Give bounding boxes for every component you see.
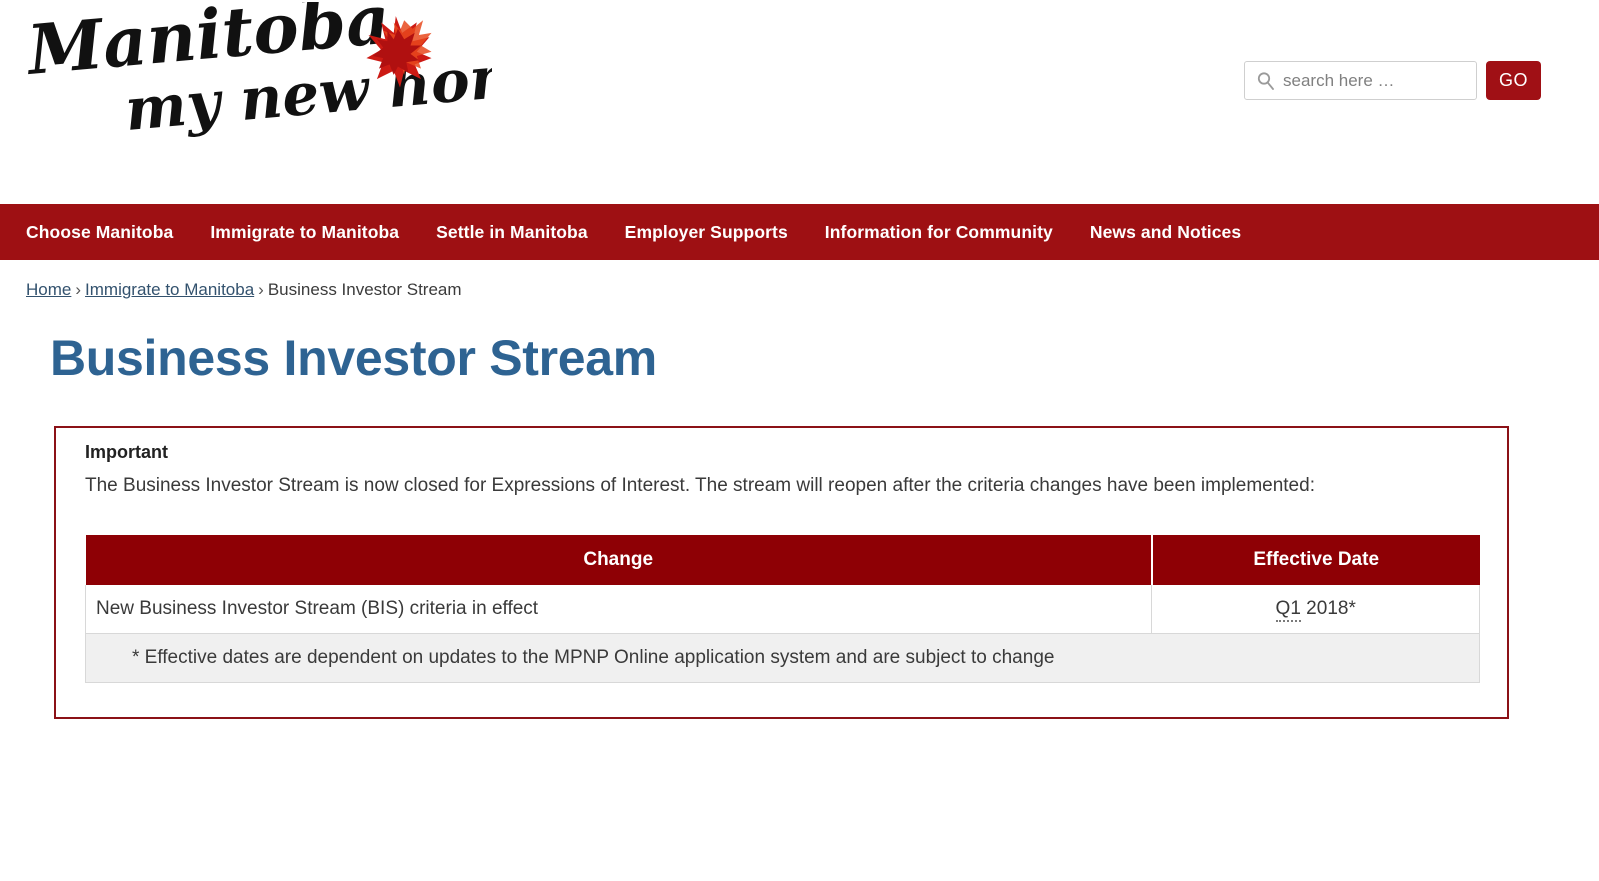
table-header-row: Change Effective Date xyxy=(85,534,1480,585)
nav-item-employer-supports[interactable]: Employer Supports xyxy=(625,222,788,243)
nav-item-settle-in-manitoba[interactable]: Settle in Manitoba xyxy=(436,222,588,243)
site-header: Manitoba my new home GO xyxy=(0,0,1599,204)
table-row: New Business Investor Stream (BIS) crite… xyxy=(84,584,1480,634)
breadcrumb-item-current: Business Investor Stream xyxy=(267,280,462,299)
search-input[interactable] xyxy=(1245,62,1476,99)
site-logo[interactable]: Manitoba my new home xyxy=(22,2,492,162)
breadcrumb-item-home[interactable]: Home xyxy=(26,280,71,299)
breadcrumb-item-immigrate-to-manitoba[interactable]: Immigrate to Manitoba xyxy=(85,280,254,299)
nav-item-information-for-community[interactable]: Information for Community xyxy=(825,222,1053,243)
main-navigation: Choose Manitoba Immigrate to Manitoba Se… xyxy=(0,204,1599,260)
breadcrumb-separator: › xyxy=(258,280,264,299)
table-footnote-text: * Effective dates are dependent on updat… xyxy=(85,633,1480,683)
effective-date-rest: 2018* xyxy=(1300,597,1356,619)
search-go-button[interactable]: GO xyxy=(1486,61,1541,100)
nav-item-choose-manitoba[interactable]: Choose Manitoba xyxy=(26,222,173,243)
breadcrumb: Home › Immigrate to Manitoba › Business Inve… xyxy=(0,260,1599,300)
table-footnote-row: * Effective dates are dependent on updat… xyxy=(85,633,1480,683)
important-body-text: The Business Investor Stream is now clos… xyxy=(85,475,1315,496)
criteria-changes-table: Change Effective Date New Business Inves… xyxy=(84,534,1480,683)
page-title: Business Investor Stream xyxy=(50,330,657,386)
cell-change: New Business Investor Stream (BIS) crite… xyxy=(84,584,1153,634)
search-box[interactable] xyxy=(1244,61,1477,100)
cell-effective-date: Q1 2018* xyxy=(1151,584,1480,634)
nav-item-news-and-notices[interactable]: News and Notices xyxy=(1090,222,1241,243)
spellcheck-underlined-text: Q1 xyxy=(1275,597,1301,622)
nav-item-immigrate-to-manitoba[interactable]: Immigrate to Manitoba xyxy=(210,222,399,243)
column-header-change: Change xyxy=(85,534,1153,585)
breadcrumb-separator: › xyxy=(75,280,82,299)
important-heading: Important xyxy=(85,442,168,462)
site-search: GO xyxy=(1244,61,1541,100)
column-header-effective-date: Effective Date xyxy=(1151,534,1480,585)
important-notice-box: Important The Business Investor Stream i… xyxy=(54,426,1509,719)
